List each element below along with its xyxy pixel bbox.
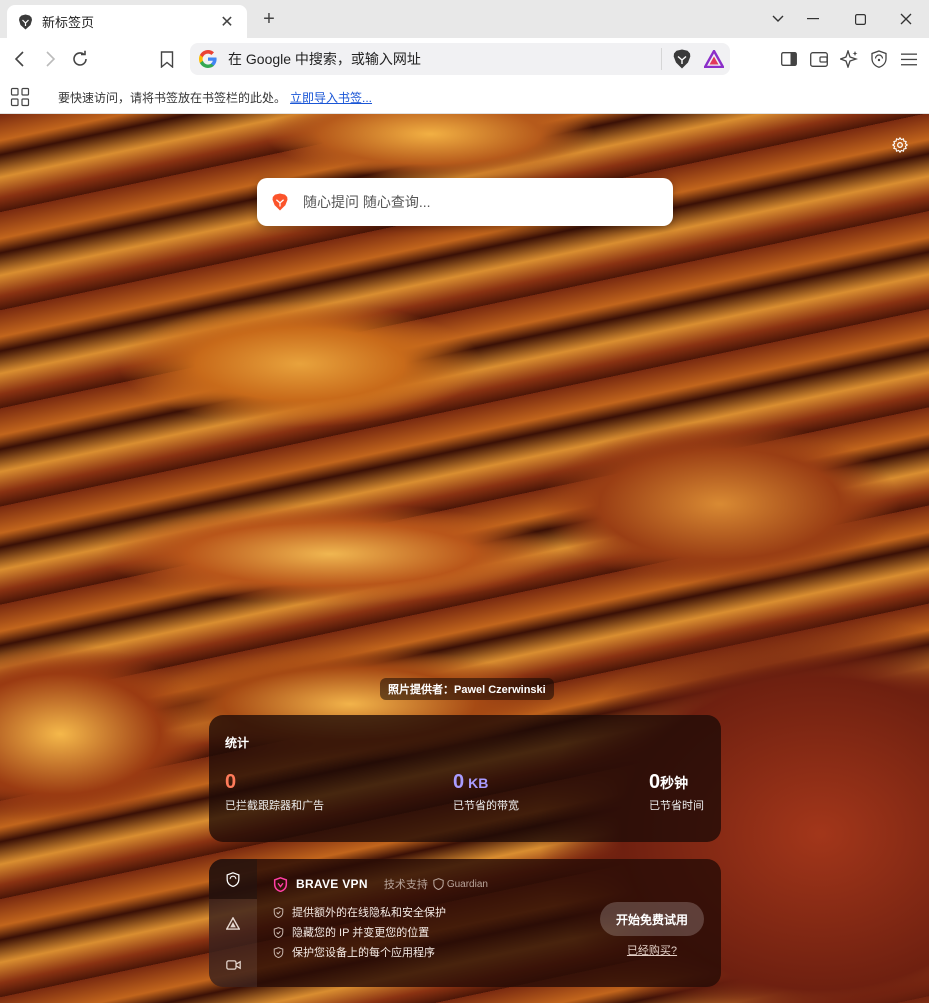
vpn-title: BRAVE VPN xyxy=(296,877,368,891)
omnibox-divider xyxy=(661,48,662,70)
video-camera-icon xyxy=(225,960,241,970)
stat-bandwidth-unit: KB xyxy=(468,775,489,791)
tab-new-tab[interactable]: 新标签页 ✕ xyxy=(7,5,247,38)
brave-vpn-logo-icon xyxy=(273,876,288,892)
new-tab-button[interactable]: + xyxy=(258,8,280,30)
stat-bandwidth-saved: 0 KB 已节省的带宽 xyxy=(453,771,519,813)
photo-credit[interactable]: 照片提供者：Pawel Czerwinski xyxy=(380,678,554,700)
guardian-logo: Guardian xyxy=(433,878,488,890)
google-icon xyxy=(199,50,217,68)
stat-time-label: 已节省时间 xyxy=(649,800,704,812)
bookmarks-bar-hint: 要快速访问，请将书签放在书签栏的此处。 xyxy=(58,91,287,105)
stat-trackers-label: 已拦截跟踪器和广告 xyxy=(225,800,324,812)
toolbar: 在 Google 中搜索，或输入网址 xyxy=(0,38,929,80)
check-shield-icon xyxy=(273,946,284,958)
reload-icon[interactable] xyxy=(68,47,92,71)
vpn-feature-item: 隐藏您的 IP 并变更您的位置 xyxy=(273,922,446,942)
address-bar-placeholder: 在 Google 中搜索，或输入网址 xyxy=(228,51,421,67)
leo-ai-icon[interactable] xyxy=(837,47,861,71)
vpn-feature-item: 保护您设备上的每个应用程序 xyxy=(273,942,446,962)
back-arrow-icon[interactable] xyxy=(8,47,32,71)
stat-trackers-value: 0 xyxy=(225,771,237,793)
stat-trackers-blocked: 0 已拦截跟踪器和广告 xyxy=(225,771,324,813)
stat-time-unit: 秒钟 xyxy=(660,775,689,791)
vpn-feature-item: 提供额外的在线隐私和安全保护 xyxy=(273,902,446,922)
start-free-trial-button[interactable]: 开始免费试用 xyxy=(600,902,704,936)
guardian-shield-icon xyxy=(433,878,444,890)
wallet-icon[interactable] xyxy=(807,47,831,71)
shield-icon xyxy=(226,871,240,887)
settings-gear-icon[interactable] xyxy=(889,134,911,156)
forward-arrow-icon[interactable] xyxy=(38,47,62,71)
ntp-search-placeholder: 随心提问 随心查询... xyxy=(303,194,431,210)
new-tab-page-background: 随心提问 随心查询... 照片提供者：Pawel Czerwinski 统计 0… xyxy=(0,114,929,1003)
brave-search-icon xyxy=(272,193,288,211)
rewards-widget-tab[interactable] xyxy=(209,903,257,943)
tab-close-icon[interactable]: ✕ xyxy=(217,12,237,32)
tab-search-chevron-icon[interactable] xyxy=(766,7,790,31)
check-shield-icon xyxy=(273,906,284,918)
minimize-button[interactable] xyxy=(801,7,825,31)
talk-widget-tab[interactable] xyxy=(209,945,257,985)
stats-widget: 统计 0 已拦截跟踪器和广告 0 KB 已节省的带宽 0秒钟 已节省时间 xyxy=(209,715,721,842)
vpn-features: 提供额外的在线隐私和安全保护 隐藏您的 IP 并变更您的位置 保护您设备上的每个… xyxy=(273,902,446,962)
tab-strip: 新标签页 ✕ + xyxy=(0,0,929,38)
rewards-triangle-icon xyxy=(226,916,240,930)
vpn-widget: BRAVE VPN 技术支持 Guardian 提供额外的在线隐私和安全保护 隐… xyxy=(209,859,721,987)
ntp-search-box[interactable]: 随心提问 随心查询... xyxy=(257,178,673,226)
widget-switcher xyxy=(209,859,257,987)
vpn-widget-tab[interactable] xyxy=(209,859,257,899)
vpn-powered-by: 技术支持 xyxy=(383,879,428,891)
stat-bandwidth-label: 已节省的带宽 xyxy=(453,800,519,812)
check-shield-icon xyxy=(273,926,284,938)
vpn-header: BRAVE VPN 技术支持 Guardian xyxy=(273,876,488,892)
bookmark-icon[interactable] xyxy=(155,47,179,71)
brave-shields-icon[interactable] xyxy=(670,47,694,71)
import-bookmarks-link[interactable]: 立即导入书签... xyxy=(290,89,372,106)
stat-bandwidth-value: 0 xyxy=(453,771,465,793)
stats-title: 统计 xyxy=(225,736,250,750)
stat-time-saved: 0秒钟 已节省时间 xyxy=(649,771,704,813)
address-bar[interactable]: 在 Google 中搜索，或输入网址 xyxy=(190,43,730,75)
tab-title: 新标签页 xyxy=(42,15,95,30)
apps-grid-icon[interactable] xyxy=(10,87,30,107)
maximize-button[interactable] xyxy=(848,7,872,31)
vpn-shield-icon[interactable] xyxy=(867,47,891,71)
guardian-name: Guardian xyxy=(446,878,488,890)
stat-time-value: 0 xyxy=(649,771,661,793)
vpn-feature-text: 提供额外的在线隐私和安全保护 xyxy=(292,907,446,919)
bookmarks-bar: 要快速访问，请将书签放在书签栏的此处。 立即导入书签... xyxy=(0,80,929,114)
vpn-feature-text: 隐藏您的 IP 并变更您的位置 xyxy=(292,927,430,939)
close-window-button[interactable] xyxy=(894,7,918,31)
menu-icon[interactable] xyxy=(897,47,921,71)
sidebar-icon[interactable] xyxy=(777,47,801,71)
brave-lion-icon xyxy=(17,14,33,30)
brave-rewards-icon[interactable] xyxy=(702,47,726,71)
vpn-feature-text: 保护您设备上的每个应用程序 xyxy=(292,947,435,959)
already-purchased-link[interactable]: 已经购买? xyxy=(600,942,704,958)
